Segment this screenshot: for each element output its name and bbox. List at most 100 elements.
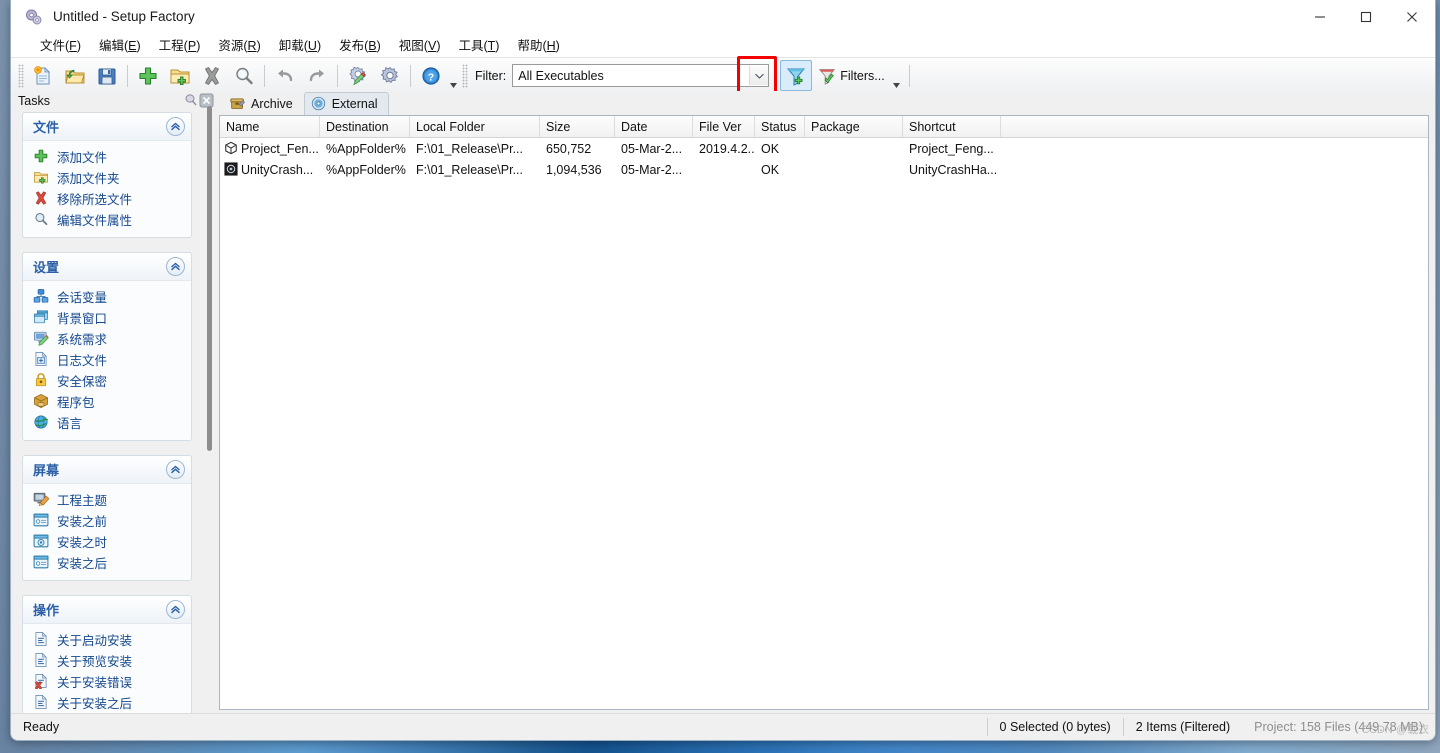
tab-external[interactable]: External bbox=[303, 92, 389, 115]
build-button[interactable] bbox=[342, 60, 374, 91]
toolbar-separator bbox=[337, 64, 338, 87]
cell-status: OK bbox=[761, 141, 780, 156]
table-row[interactable]: UnityCrash... %AppFolder% F:\01_Release\Pr… bbox=[220, 159, 1428, 180]
tasks-panel-header: Tasks bbox=[11, 91, 217, 110]
screen-icon bbox=[33, 512, 50, 529]
menu-item-r[interactable]: 资源(R) bbox=[209, 33, 269, 56]
task-item-1-2[interactable]: 系统需求 bbox=[23, 328, 191, 349]
new-project-button[interactable] bbox=[27, 60, 59, 91]
column-header-size[interactable]: Size bbox=[540, 116, 615, 137]
chevron-up-icon[interactable] bbox=[166, 117, 185, 136]
task-group-header[interactable]: 屏幕 bbox=[23, 456, 191, 484]
task-item-2-3[interactable]: 安装之后 bbox=[23, 552, 191, 573]
add-filter-button[interactable] bbox=[780, 60, 813, 91]
filters-button[interactable]: Filters... bbox=[812, 60, 890, 91]
app-gears-icon bbox=[24, 7, 44, 27]
menu-item-f[interactable]: 文件(F) bbox=[31, 33, 90, 56]
task-group-1: 设置会话变量 背景窗口 系统需求 日志文件 安全保密程序包语言 bbox=[22, 252, 192, 441]
cell-name: UnityCrash... bbox=[220, 162, 320, 177]
task-item-1-1[interactable]: 背景窗口 bbox=[23, 307, 191, 328]
archive-icon bbox=[230, 96, 246, 112]
task-group-title: 操作 bbox=[33, 603, 60, 618]
file-properties-button[interactable] bbox=[228, 60, 260, 91]
task-item-1-5[interactable]: 程序包 bbox=[23, 391, 191, 412]
task-group-body: 工程主题安装之前 安装之时 安装之后 bbox=[23, 484, 191, 580]
table-row[interactable]: Project_Fen... %AppFolder% F:\01_Release\P… bbox=[220, 138, 1428, 159]
toolbar-grip[interactable] bbox=[462, 63, 468, 88]
task-item-2-0[interactable]: 工程主题 bbox=[23, 489, 191, 510]
task-item-label: 工程主题 bbox=[57, 494, 108, 508]
menu-item-u[interactable]: 卸载(U) bbox=[270, 33, 330, 56]
redo-button[interactable] bbox=[301, 60, 333, 91]
log-file-icon bbox=[33, 351, 50, 368]
task-item-1-0[interactable]: 会话变量 bbox=[23, 286, 191, 307]
menu-item-t[interactable]: 工具(T) bbox=[449, 33, 508, 56]
filter-value[interactable]: All Executables bbox=[513, 69, 749, 83]
open-project-button[interactable] bbox=[59, 60, 91, 91]
filter-combobox[interactable]: All Executables bbox=[512, 64, 770, 87]
pin-icon[interactable] bbox=[182, 93, 198, 109]
column-header-shortcut[interactable]: Shortcut bbox=[903, 116, 1001, 137]
task-group-header[interactable]: 文件 bbox=[23, 113, 191, 141]
menu-item-v[interactable]: 视图(V) bbox=[390, 33, 450, 56]
task-item-label: 添加文件夹 bbox=[57, 172, 120, 186]
column-header-destination[interactable]: Destination bbox=[320, 116, 410, 137]
task-item-3-0[interactable]: 关于启动安装 bbox=[23, 629, 191, 650]
task-item-label: 关于安装错误 bbox=[57, 676, 133, 690]
column-header-status[interactable]: Status bbox=[755, 116, 805, 137]
undo-button[interactable] bbox=[269, 60, 301, 91]
task-group-header[interactable]: 设置 bbox=[23, 253, 191, 281]
task-item-2-1[interactable]: 安装之前 bbox=[23, 510, 191, 531]
task-group-3: 操作关于启动安装 关于预览安装关于安装错误关于安装之后 bbox=[22, 595, 192, 713]
task-item-0-1[interactable]: 添加文件夹 bbox=[23, 167, 191, 188]
column-header-local-folder[interactable]: Local Folder bbox=[410, 116, 540, 137]
task-item-0-2[interactable]: 移除所选文件 bbox=[23, 188, 191, 209]
column-header-date[interactable]: Date bbox=[615, 116, 693, 137]
progress-screen-icon bbox=[33, 533, 50, 550]
remove-file-button[interactable] bbox=[196, 60, 228, 91]
maximize-button[interactable] bbox=[1343, 0, 1389, 33]
filters-button-label: Filters... bbox=[840, 68, 885, 83]
tasks-scrollbar-thumb[interactable] bbox=[207, 106, 212, 451]
chevron-up-icon[interactable] bbox=[166, 600, 185, 619]
menu-item-h[interactable]: 帮助(H) bbox=[508, 33, 568, 56]
help-dropdown-arrow-icon[interactable] bbox=[447, 59, 459, 93]
green-plus-icon bbox=[33, 148, 50, 165]
task-item-0-3[interactable]: 编辑文件属性 bbox=[23, 209, 191, 230]
add-file-button[interactable] bbox=[132, 60, 164, 91]
toolbar-grip[interactable] bbox=[18, 63, 24, 88]
minimize-button[interactable] bbox=[1297, 0, 1343, 33]
chevron-down-icon[interactable] bbox=[749, 66, 769, 85]
task-item-3-2[interactable]: 关于安装错误 bbox=[23, 671, 191, 692]
column-header-name[interactable]: Name bbox=[220, 116, 320, 137]
menu-item-b[interactable]: 发布(B) bbox=[330, 33, 390, 56]
menu-item-p[interactable]: 工程(P) bbox=[150, 33, 210, 56]
task-item-2-2[interactable]: 安装之时 bbox=[23, 531, 191, 552]
task-item-0-0[interactable]: 添加文件 bbox=[23, 146, 191, 167]
task-item-label: 程序包 bbox=[57, 396, 95, 410]
task-item-label: 添加文件 bbox=[57, 151, 108, 165]
cell-size: 1,094,536 bbox=[546, 162, 602, 177]
add-folder-button[interactable] bbox=[164, 60, 196, 91]
package-icon bbox=[33, 393, 50, 410]
close-button[interactable] bbox=[1389, 0, 1435, 33]
menu-item-label: 文件(F) bbox=[40, 39, 81, 53]
tasks-panel-title: Tasks bbox=[18, 93, 50, 108]
column-header-file-ver[interactable]: File Ver bbox=[693, 116, 755, 137]
task-item-3-1[interactable]: 关于预览安装 bbox=[23, 650, 191, 671]
task-item-1-6[interactable]: 语言 bbox=[23, 412, 191, 433]
chevron-up-icon[interactable] bbox=[166, 460, 185, 479]
task-group-header[interactable]: 操作 bbox=[23, 596, 191, 624]
tab-archive[interactable]: Archive bbox=[223, 92, 304, 115]
task-item-1-3[interactable]: 日志文件 bbox=[23, 349, 191, 370]
save-project-button[interactable] bbox=[91, 60, 123, 91]
chevron-up-icon[interactable] bbox=[166, 257, 185, 276]
settings-gear-button[interactable] bbox=[374, 60, 406, 91]
menu-item-e[interactable]: 编辑(E) bbox=[90, 33, 150, 56]
task-item-1-4[interactable]: 安全保密 bbox=[23, 370, 191, 391]
task-item-3-3[interactable]: 关于安装之后 bbox=[23, 692, 191, 713]
column-header-package[interactable]: Package bbox=[805, 116, 903, 137]
file-list-pane: Archive External Name Destination Local Fol… bbox=[217, 91, 1435, 714]
filters-dropdown-arrow-icon[interactable] bbox=[891, 59, 903, 93]
help-button[interactable]: ? bbox=[415, 60, 447, 91]
